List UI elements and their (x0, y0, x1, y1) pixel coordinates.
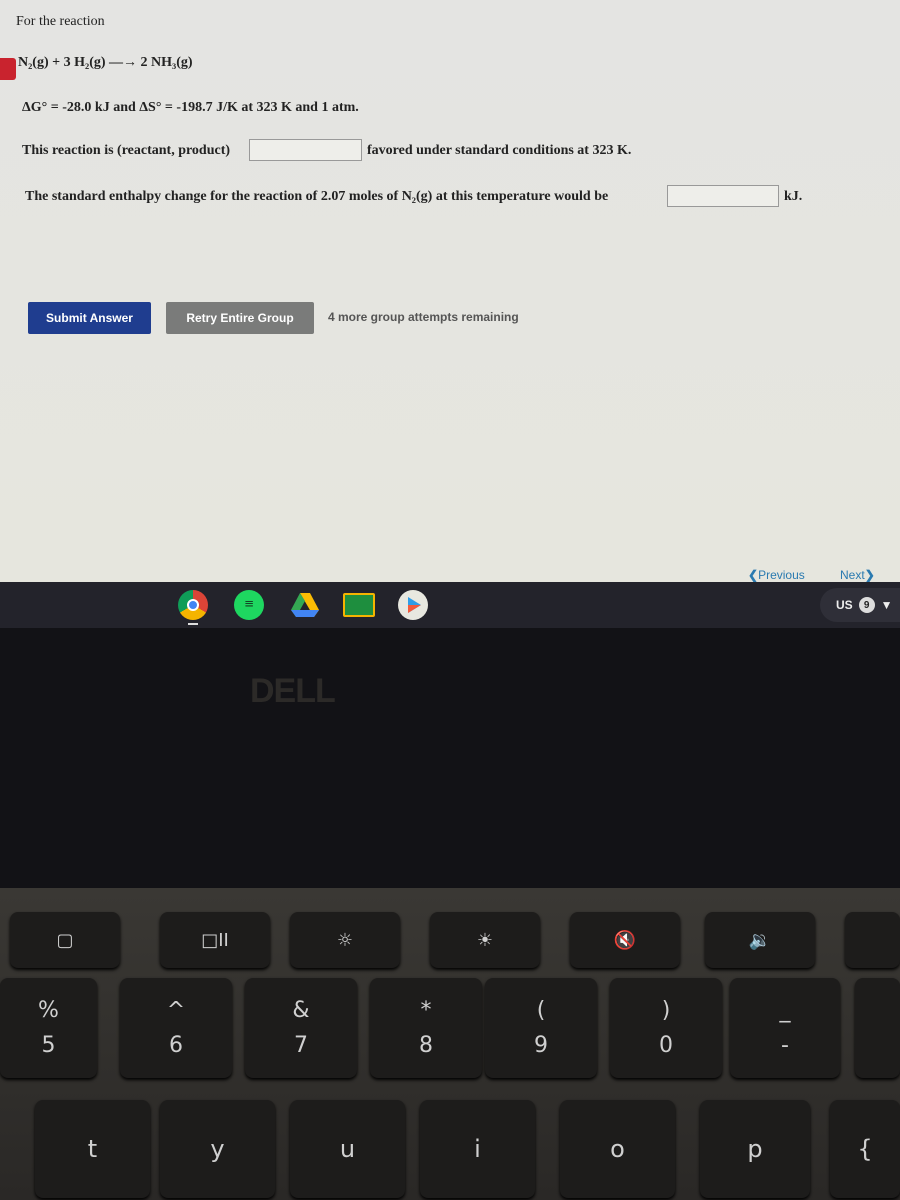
key-equals[interactable] (855, 978, 900, 1078)
key-letter: u (339, 1135, 356, 1163)
favored-answer-input[interactable] (249, 139, 362, 161)
question1-suffix: favored under standard conditions at 323… (367, 143, 632, 158)
submit-answer-button[interactable]: Submit Answer (28, 302, 151, 334)
laptop-bezel (0, 628, 900, 888)
attempts-remaining: 4 more group attempts remaining (328, 310, 519, 324)
key-mute[interactable]: 🔇 (570, 912, 680, 968)
key-symbol: ) (661, 997, 671, 1023)
key-windows[interactable]: □II (160, 912, 270, 968)
unit-label: kJ. (784, 189, 803, 204)
key-symbol: & (292, 997, 310, 1023)
key-symbol: ^ (166, 997, 186, 1023)
active-app-indicator (188, 623, 198, 625)
question-marker (0, 58, 16, 80)
key-y[interactable]: y (160, 1100, 275, 1198)
key-0[interactable]: ) 0 (610, 978, 722, 1078)
locale-indicator: US (836, 598, 853, 612)
key-digit: 6 (169, 1033, 183, 1058)
brightness-up-icon: ☀ (476, 929, 494, 951)
volume-down-icon: 🔉 (748, 929, 772, 951)
key-letter: t (87, 1135, 98, 1163)
key-u[interactable]: u (290, 1100, 405, 1198)
dell-logo: DELL (250, 672, 336, 710)
key-digit: 8 (419, 1033, 433, 1058)
key-digit: 5 (41, 1033, 56, 1058)
next-label: Next (840, 568, 865, 582)
brightness-down-icon: ☼ (336, 929, 354, 951)
chevron-left-icon: ❮ (748, 568, 759, 582)
reaction-equation: N₂(g) + 3 H₂(g) —→ 2 NH₃(g) (18, 55, 193, 70)
conditions-text: ΔG° = -28.0 kJ and ΔS° = -198.7 J/K at 3… (22, 100, 359, 115)
intro-text: For the reaction (16, 14, 105, 29)
key-brightness-down[interactable]: ☼ (290, 912, 400, 968)
key-overview[interactable]: ▢ (10, 912, 120, 968)
mute-icon: 🔇 (613, 929, 637, 951)
key-digit: - (781, 1033, 789, 1058)
key-p[interactable]: p (700, 1100, 810, 1198)
key-symbol: * (420, 997, 432, 1023)
key-volume-down[interactable]: 🔉 (705, 912, 815, 968)
key-brightness-up[interactable]: ☀ (430, 912, 540, 968)
key-letter: i (474, 1135, 481, 1163)
key-8[interactable]: * 8 (370, 978, 482, 1078)
key-symbol: _ (779, 997, 791, 1023)
windows-icon: □II (201, 929, 229, 951)
key-digit: 9 (534, 1033, 548, 1058)
key-i[interactable]: i (420, 1100, 535, 1198)
key-t[interactable]: t (35, 1100, 150, 1198)
overview-icon: ▢ (56, 929, 74, 951)
key-5[interactable]: % 5 (0, 978, 97, 1078)
key-6[interactable]: ^ 6 (120, 978, 232, 1078)
key-letter: o (610, 1135, 625, 1163)
enthalpy-answer-input[interactable] (667, 185, 779, 207)
key-letter: p (747, 1135, 763, 1163)
os-shelf (0, 582, 900, 628)
question1-label: This reaction is (reactant, product) (22, 143, 231, 158)
google-drive-icon[interactable] (290, 590, 320, 620)
key-7[interactable]: & 7 (245, 978, 357, 1078)
chrome-icon[interactable] (178, 590, 208, 620)
key-symbol: % (38, 997, 59, 1023)
key-9[interactable]: (9 (485, 978, 597, 1078)
key-left-brace[interactable]: { (830, 1100, 900, 1198)
spotify-icon[interactable]: ≡ (234, 590, 264, 620)
key-symbol: ( (536, 997, 546, 1023)
previous-label: Previous (758, 568, 805, 582)
notification-badge: 9 (858, 597, 875, 613)
webpage: For the reaction N₂(g) + 3 H₂(g) —→ 2 NH… (0, 0, 900, 582)
retry-group-button[interactable]: Retry Entire Group (166, 302, 314, 334)
google-classroom-icon[interactable] (343, 593, 375, 617)
next-link[interactable]: Next❯ (840, 568, 875, 582)
key-digit: 0 (659, 1033, 673, 1058)
question2-label: The standard enthalpy change for the rea… (25, 189, 609, 204)
play-store-icon[interactable] (398, 590, 428, 620)
chevron-right-icon: ❯ (864, 568, 875, 582)
status-tray[interactable]: US 9 ▼ (820, 588, 900, 622)
previous-link[interactable]: ❮Previous (748, 568, 805, 582)
key-o[interactable]: o (560, 1100, 675, 1198)
key-digit: 7 (294, 1033, 308, 1058)
key-volume-up[interactable] (845, 912, 900, 968)
key-letter: { (857, 1135, 873, 1163)
key-minus[interactable]: _ - (730, 978, 840, 1078)
wifi-icon: ▼ (880, 598, 893, 612)
key-letter: y (210, 1135, 225, 1163)
